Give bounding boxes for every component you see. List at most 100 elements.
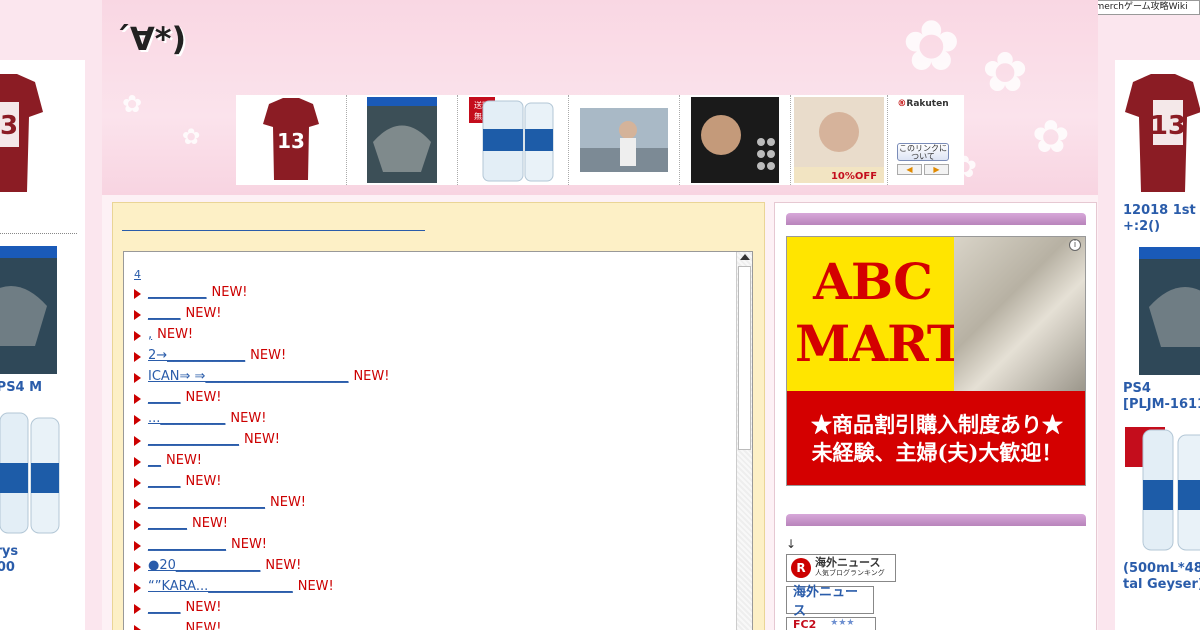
crystal-geyser-thumbnail[interactable] xyxy=(1123,425,1200,555)
abc-ad-photo xyxy=(954,237,1085,391)
left-sidebar-item-2[interactable]: 110 PS4 M xyxy=(0,380,85,396)
feed-item-link[interactable]: _________ xyxy=(148,285,207,300)
prev-arrow-icon[interactable]: ◀ xyxy=(897,164,922,175)
feed-item-link[interactable]: , xyxy=(148,327,152,342)
new-badge: NEW! xyxy=(230,411,267,426)
feed-item: _________ NEW! xyxy=(134,282,389,303)
magazine-ad[interactable] xyxy=(569,95,680,185)
feed-item-link[interactable]: ...__________ xyxy=(148,411,225,426)
blog-title[interactable]: ´∀*) xyxy=(114,20,186,58)
ranking-badge-blogranking[interactable]: R 海外ニュース 人気ブログランキング xyxy=(786,554,896,582)
game-box-icon xyxy=(367,97,437,183)
crystal-geyser-ad[interactable]: 送料 無料 xyxy=(458,95,569,185)
new-badge: NEW! xyxy=(353,369,390,384)
soccer-jersey-thumbnail[interactable]: 13 xyxy=(1123,72,1200,197)
left-sidebar: 3 t 110 PS4 M 8)(Crys r)[ 500 xyxy=(0,60,85,630)
r-badge-icon: R xyxy=(791,558,811,578)
new-badge: NEW! xyxy=(244,432,281,447)
left-sidebar-item-4[interactable]: r)[ 500 xyxy=(0,560,85,576)
discount-label: 10%OFF xyxy=(831,171,877,182)
crystal-geyser-thumbnail[interactable] xyxy=(0,408,65,538)
monster-hunter-thumbnail[interactable] xyxy=(0,246,57,374)
left-sidebar-item-3[interactable]: 8)(Crys xyxy=(0,544,85,560)
feed-item: __ NEW! xyxy=(134,450,389,471)
water-bottle-icon: 送料 無料 xyxy=(469,97,554,182)
bullet-arrow-icon xyxy=(134,582,141,593)
abc-mart-ad[interactable]: ABC MART i ★商品割引購入制度あり★ 未経験、主婦(夫)大歓迎！ xyxy=(786,236,1086,486)
sakura-decoration: ✿ xyxy=(902,5,961,87)
monster-hunter-thumbnail[interactable] xyxy=(1139,247,1200,375)
new-badge: NEW! xyxy=(265,558,302,573)
ranking-badge-fc2[interactable]: FC2 ★★★ xyxy=(786,617,876,630)
about-link-button[interactable]: このリンクについて xyxy=(897,143,949,161)
bullet-arrow-icon xyxy=(134,414,141,425)
feed-item: __________________ NEW! xyxy=(134,492,389,513)
feed-item: ______________ NEW! xyxy=(134,429,389,450)
revia-contact-lens-ad[interactable] xyxy=(680,95,791,185)
gamerch-wiki-link[interactable]: Gamerchゲーム攻略Wiki xyxy=(1080,0,1200,15)
right-sidebar-item-5[interactable]: (500mL*48 xyxy=(1123,561,1200,577)
right-sidebar-item-3[interactable]: PS4 xyxy=(1123,381,1200,397)
magazine-icon xyxy=(580,108,668,172)
widget-header-bar xyxy=(786,213,1086,225)
new-badge: NEW! xyxy=(297,579,334,594)
new-badge: NEW! xyxy=(250,348,287,363)
feed-item-link[interactable]: _____ xyxy=(148,474,181,489)
sakura-decoration: ✿ xyxy=(182,125,201,150)
scroll-thumb[interactable] xyxy=(738,266,751,450)
new-badge: NEW! xyxy=(185,306,222,321)
right-sidebar-item-4[interactable]: [PLJM-1611 xyxy=(1123,397,1200,413)
feed-item-link[interactable]: _____ xyxy=(148,390,181,405)
feed-item-link[interactable]: ICAN⇒ ⇒______________________ xyxy=(148,369,348,384)
feed-count[interactable]: 4 xyxy=(134,268,141,281)
info-icon[interactable]: i xyxy=(1069,239,1081,251)
next-arrow-icon[interactable]: ▶ xyxy=(924,164,949,175)
widget-header-bar xyxy=(786,514,1086,526)
feed-scrollbar[interactable] xyxy=(736,252,752,630)
ranking-badge-news[interactable]: 海外ニュース xyxy=(786,585,874,619)
feed-item-link[interactable]: “”KARA..._____________ xyxy=(148,579,293,594)
new-badge: NEW! xyxy=(270,495,307,510)
feed-item-link[interactable]: ______ xyxy=(148,516,187,531)
right-sidebar-item-6[interactable]: tal Geyser) xyxy=(1123,577,1200,593)
feed-item: _____ NEW! xyxy=(134,597,389,618)
section-heading-link[interactable] xyxy=(122,230,425,231)
news-feed-list: _________ NEW! _____ NEW!, NEW! 2→___________… xyxy=(134,282,389,630)
feed-item-link[interactable]: __________________ xyxy=(148,495,265,510)
color-contact-ad[interactable]: 10%OFF xyxy=(791,95,888,185)
bullet-arrow-icon xyxy=(134,540,141,551)
new-badge: NEW! xyxy=(185,474,222,489)
contact-lens-icon: 10%OFF xyxy=(794,97,884,183)
right-sidebar-item-2[interactable]: +:2() xyxy=(1123,219,1200,235)
feed-item-link[interactable]: _____ xyxy=(148,306,181,321)
bullet-arrow-icon xyxy=(134,372,141,383)
feed-item: _____ NEW! xyxy=(134,303,389,324)
feed-item: ...__________ NEW! xyxy=(134,408,389,429)
feed-item-link[interactable]: ●20_____________ xyxy=(148,558,260,573)
new-badge: NEW! xyxy=(185,600,222,615)
monster-hunter-ps4-ad[interactable] xyxy=(347,95,458,185)
new-badge: NEW! xyxy=(231,537,268,552)
soccer-jersey-ad[interactable]: 13 xyxy=(236,95,347,185)
feed-item-link[interactable]: _____ xyxy=(148,600,181,615)
new-badge: NEW! xyxy=(166,453,203,468)
soccer-jersey-thumbnail[interactable]: 3 xyxy=(0,72,45,197)
feed-item: ICAN⇒ ⇒______________________ NEW! xyxy=(134,366,389,387)
feed-item: _____ NEW! xyxy=(134,471,389,492)
right-sidebar-item-1[interactable]: 12018 1st xyxy=(1123,203,1200,219)
abc-ad-logo-panel: ABC MART xyxy=(787,237,964,391)
bullet-arrow-icon xyxy=(134,330,141,341)
feed-item-link[interactable]: _____ xyxy=(148,621,181,630)
feed-item-link[interactable]: __ xyxy=(148,453,161,468)
feed-item: ●20_____________ NEW! xyxy=(134,555,389,576)
feed-item-link[interactable]: ______________ xyxy=(148,432,239,447)
blog-header: ✿ ✿ ✿ ✿ ✿ ✿ ´∀*) 13 送料 無料 10%OFF ®Rakute… xyxy=(102,0,1098,195)
right-column: ABC MART i ★商品割引購入制度あり★ 未経験、主婦(夫)大歓迎！ ↓ R… xyxy=(774,202,1097,630)
feed-item-link[interactable]: ____________ xyxy=(148,537,226,552)
feed-item-link[interactable]: 2→____________ xyxy=(148,348,245,363)
rakuten-logo: ®Rakuten xyxy=(897,99,949,109)
left-sidebar-item-1[interactable]: t xyxy=(0,203,85,219)
svg-text:13: 13 xyxy=(277,129,305,153)
ranking-arrow: ↓ xyxy=(786,537,797,551)
scroll-up-icon[interactable] xyxy=(740,254,750,260)
